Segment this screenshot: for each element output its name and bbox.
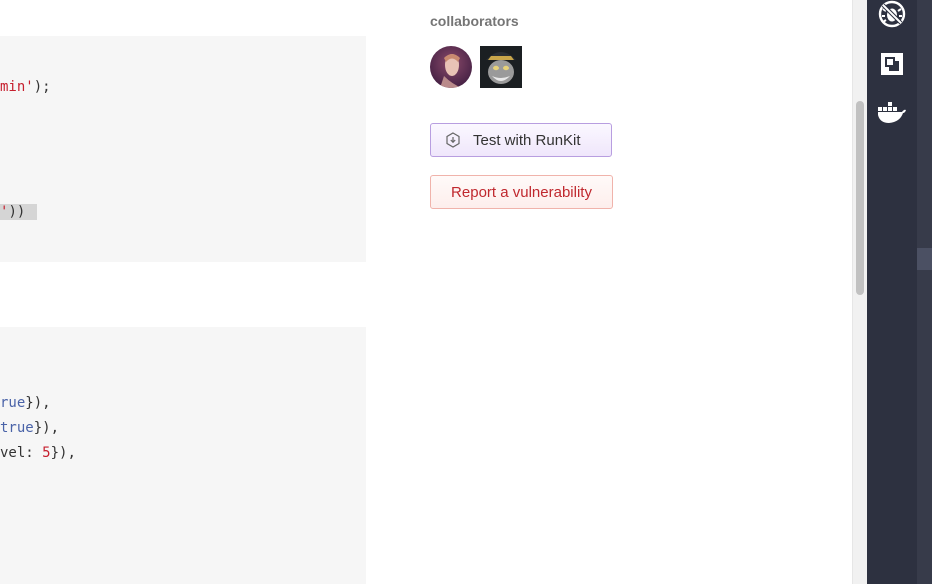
avatar[interactable] bbox=[480, 46, 522, 88]
frame-icon[interactable] bbox=[877, 49, 907, 79]
code-keyword: true bbox=[0, 420, 34, 436]
runkit-button-label: Test with RunKit bbox=[473, 131, 581, 149]
extension-toolbar-edge bbox=[917, 0, 932, 584]
code-line: min'); bbox=[0, 78, 51, 96]
code-number: 5 bbox=[42, 445, 51, 461]
code-text: }), bbox=[25, 395, 51, 411]
code-string: min' bbox=[0, 79, 34, 95]
bug-off-icon[interactable] bbox=[877, 0, 907, 30]
runkit-hexagon-icon bbox=[445, 132, 461, 148]
vulnerability-button-label: Report a vulnerability bbox=[451, 183, 592, 201]
code-keyword: rue bbox=[0, 395, 26, 411]
code-block-bottom: rue}), true}), vel: 5}), bbox=[0, 327, 366, 584]
scrollbar-thumb[interactable] bbox=[856, 101, 864, 295]
code-text: )) bbox=[8, 204, 26, 220]
code-line: rue}), bbox=[0, 394, 51, 412]
code-selection: ')) bbox=[0, 204, 38, 220]
code-line: true}), bbox=[0, 419, 59, 437]
avatar[interactable] bbox=[430, 46, 472, 88]
test-with-runkit-button[interactable]: Test with RunKit bbox=[430, 123, 612, 157]
code-line-highlighted: ')) bbox=[0, 203, 38, 221]
docker-icon[interactable] bbox=[877, 98, 907, 128]
extension-toolbar bbox=[867, 0, 917, 584]
report-vulnerability-button[interactable]: Report a vulnerability bbox=[430, 175, 613, 209]
code-text: vel: bbox=[0, 445, 43, 461]
code-text: }), bbox=[50, 445, 76, 461]
code-line: vel: 5}), bbox=[0, 444, 76, 462]
collaborators-heading: collaborators bbox=[430, 13, 519, 29]
code-text: }), bbox=[33, 420, 60, 436]
code-text: ); bbox=[33, 79, 51, 95]
extension-edge-marker bbox=[917, 248, 932, 270]
code-block-top: min'); ')) bbox=[0, 36, 366, 262]
page: min'); ')) rue}), true}), vel: 5}), coll… bbox=[0, 0, 932, 584]
